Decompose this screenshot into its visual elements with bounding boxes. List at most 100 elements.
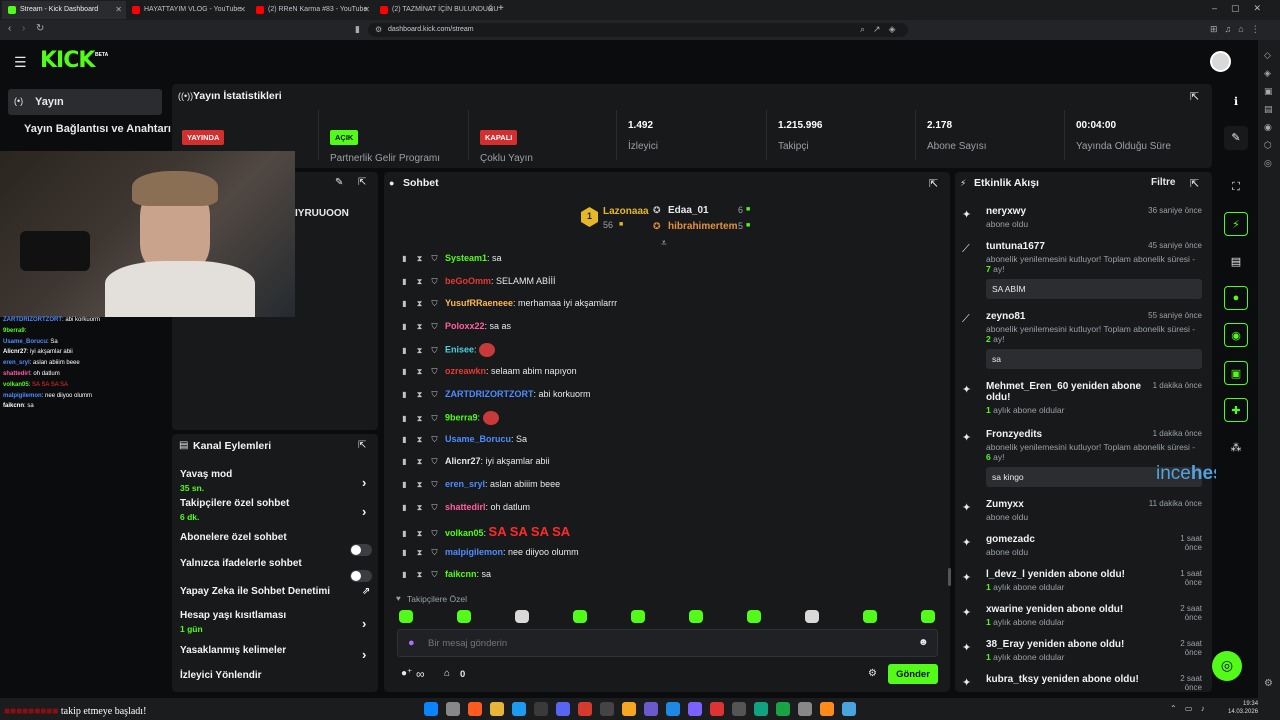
close-icon[interactable]: ✕ <box>239 5 246 14</box>
delete-icon[interactable]: ▮ <box>400 254 409 263</box>
close-icon[interactable]: ✕ <box>363 5 370 14</box>
emote-icon[interactable] <box>747 610 761 623</box>
filter-button[interactable]: Filtre <box>1151 177 1175 188</box>
address-actions[interactable]: ⌕↗◈ <box>860 24 904 35</box>
taskbar-app-icon[interactable] <box>512 702 526 716</box>
chat-username[interactable]: ozreawkn <box>445 366 486 376</box>
popout-icon[interactable]: ⇱ <box>1190 90 1199 103</box>
timeout-icon[interactable]: ⧗ <box>415 390 424 400</box>
channel-option[interactable]: Abonelere özel sohbet <box>180 532 372 556</box>
channel-option[interactable]: Hesap yaşı kısıtlaması 1 gün › <box>180 610 370 634</box>
settings-icon[interactable]: ⚙ <box>1264 678 1273 689</box>
taskbar-app-icon[interactable] <box>468 702 482 716</box>
chat-username[interactable]: shattedirl <box>445 502 486 512</box>
store-icon[interactable]: ⌂ <box>444 668 450 679</box>
chat-username[interactable]: Poloxx22 <box>445 321 485 331</box>
edit-icon[interactable]: ✎ <box>335 177 343 188</box>
chat-username[interactable]: 9berra9 <box>445 413 478 423</box>
avatar[interactable] <box>1210 51 1231 72</box>
taskbar-app-icon[interactable] <box>600 702 614 716</box>
chat-username[interactable]: Usame_Borucu <box>445 434 511 444</box>
delete-icon[interactable]: ▮ <box>400 367 409 376</box>
chevron-right-icon[interactable]: › <box>362 647 366 662</box>
taskbar-app-icon[interactable] <box>424 702 438 716</box>
delete-icon[interactable]: ▮ <box>400 277 409 286</box>
delete-icon[interactable]: ▮ <box>400 322 409 331</box>
channel-option[interactable]: Yasaklanmış kelimeler › <box>180 645 370 662</box>
emote-icon[interactable] <box>863 610 877 623</box>
close-icon[interactable]: ✕ <box>487 5 494 14</box>
chat-username[interactable]: volkan05 <box>445 528 484 538</box>
leaderboard-user[interactable]: Edaa_01 <box>668 205 709 216</box>
taskbar-app-icon[interactable] <box>688 702 702 716</box>
extension-icons[interactable]: ⊞♫⌂⋮ <box>1210 24 1267 35</box>
timeout-icon[interactable]: ⧗ <box>415 322 424 332</box>
emoji-icon[interactable]: ☻ <box>918 637 929 648</box>
leaderboard-user[interactable]: hibrahimertem <box>668 221 737 232</box>
chat-icon[interactable]: ● <box>1224 286 1248 310</box>
popout-icon[interactable]: ⇱ <box>929 177 938 190</box>
popout-icon[interactable]: ⇱ <box>358 177 366 188</box>
taskbar-app-icon[interactable] <box>732 702 746 716</box>
timeout-icon[interactable]: ⧗ <box>415 548 424 558</box>
channel-option[interactable]: Takipçilere özel sohbet 6 dk. › <box>180 498 370 522</box>
delete-icon[interactable]: ▮ <box>400 299 409 308</box>
channel-option[interactable]: İzleyici Yönlendir <box>180 670 370 681</box>
popout-icon[interactable]: ⇱ <box>1190 177 1199 190</box>
chat-username[interactable]: ZARTDRIZORTZORT <box>445 389 533 399</box>
chat-input[interactable] <box>428 636 898 650</box>
delete-icon[interactable]: ▮ <box>400 570 409 579</box>
emote-icon[interactable] <box>399 610 413 623</box>
url-input[interactable]: dashboard.kick.com/stream <box>368 23 908 37</box>
timeout-icon[interactable]: ⧗ <box>415 457 424 467</box>
chat-username[interactable]: Systeam1 <box>445 253 487 263</box>
microphone-icon[interactable]: ● <box>408 637 415 649</box>
kick-logo[interactable]: KICK <box>40 48 95 73</box>
taskbar-app-icon[interactable] <box>490 702 504 716</box>
taskbar-app-icon[interactable] <box>710 702 724 716</box>
chat-scrollbar[interactable] <box>948 568 951 586</box>
chat-settings-icon[interactable]: ⚙ <box>868 668 877 679</box>
lightning-icon[interactable]: ⚡ <box>1224 212 1248 236</box>
send-button[interactable]: Gönder <box>888 664 938 684</box>
timeout-icon[interactable]: ⧗ <box>415 277 424 287</box>
browser-tab[interactable]: HAYATTAYIM VLOG - YouTube ✕ <box>126 1 250 19</box>
delete-icon[interactable]: ▮ <box>400 390 409 399</box>
timeout-icon[interactable]: ⧗ <box>415 346 424 356</box>
fullscreen-icon[interactable]: ⛶ <box>1224 176 1248 200</box>
toggle-switch[interactable] <box>350 544 372 556</box>
chevron-right-icon[interactable]: › <box>362 504 366 519</box>
forward-icon[interactable]: › <box>22 23 25 34</box>
users-icon[interactable]: ●⁺ <box>401 668 412 679</box>
broadcast-icon[interactable]: ◉ <box>1224 323 1248 347</box>
sidebar-item-stream-key[interactable]: Yayın Bağlantısı ve Anahtarı <box>24 123 171 135</box>
share-icon[interactable]: ⁂ <box>1224 436 1248 460</box>
chevron-right-icon[interactable]: › <box>362 475 366 490</box>
clock[interactable]: 19:34 14.03.2026 <box>1228 700 1258 716</box>
activity-icon[interactable]: ▣ <box>1224 361 1248 385</box>
chat-username[interactable]: beGoOmm <box>445 276 491 286</box>
timeout-icon[interactable]: ⧗ <box>415 570 424 580</box>
emote-icon[interactable] <box>689 610 703 623</box>
bookmark-icon[interactable]: ▮ <box>355 24 360 35</box>
delete-icon[interactable]: ▮ <box>400 548 409 557</box>
menu-icon[interactable]: ☰ <box>14 54 27 71</box>
info-icon[interactable]: ℹ <box>1224 90 1248 114</box>
delete-icon[interactable]: ▮ <box>400 480 409 489</box>
chat-username[interactable]: eren_sryl <box>445 479 485 489</box>
site-info-icon[interactable]: ⚙ <box>375 25 382 34</box>
taskbar-app-icon[interactable] <box>666 702 680 716</box>
delete-icon[interactable]: ▮ <box>400 529 409 538</box>
channel-option[interactable]: Yavaş mod 35 sn. › <box>180 469 370 493</box>
emote-icon[interactable] <box>573 610 587 623</box>
timeout-icon[interactable]: ⧗ <box>415 414 424 424</box>
taskbar-app-icon[interactable] <box>578 702 592 716</box>
channel-option[interactable]: Yapay Zeka ile Sohbet Denetimi ⇗ <box>180 586 370 597</box>
timeout-icon[interactable]: ⧗ <box>415 254 424 264</box>
popout-icon[interactable]: ⇱ <box>358 440 366 451</box>
document-icon[interactable]: ▤ <box>1224 250 1248 274</box>
timeout-icon[interactable]: ⧗ <box>415 503 424 513</box>
taskbar-app-icon[interactable] <box>446 702 460 716</box>
delete-icon[interactable]: ▮ <box>400 435 409 444</box>
system-tray[interactable]: ⌃ ▭ ♪ <box>1170 704 1208 713</box>
